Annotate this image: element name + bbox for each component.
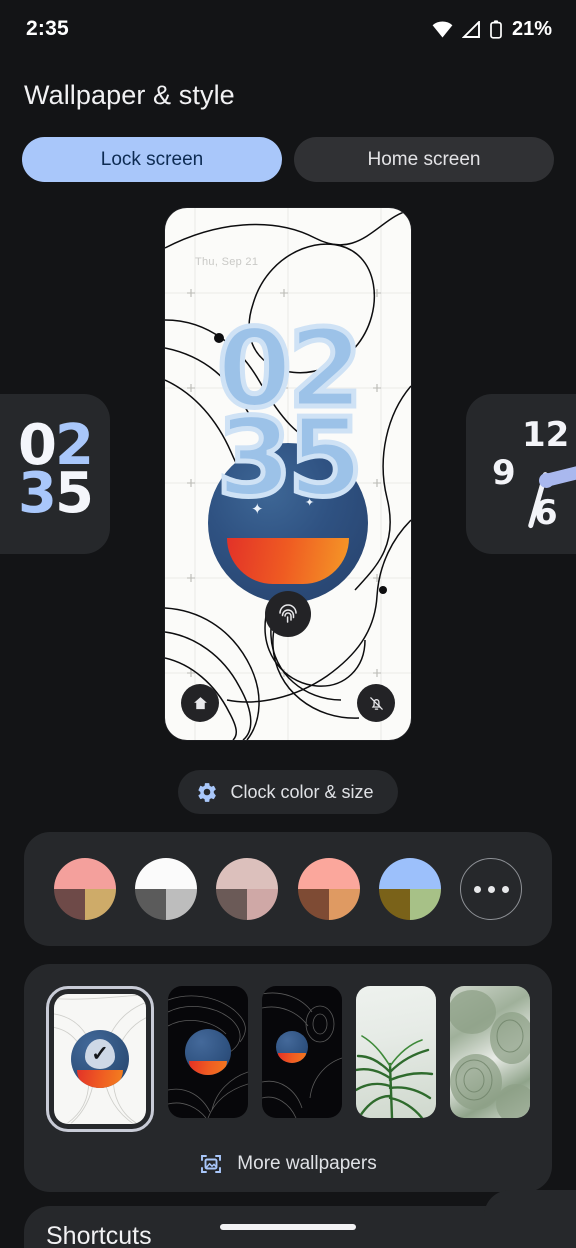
screen-tabs: Lock screen Home screen [0, 111, 576, 182]
status-bar: 2:35 21% [0, 0, 576, 58]
color-swatch-row [24, 858, 552, 920]
more-wallpapers-label: More wallpapers [237, 1153, 377, 1174]
swatch-top [53, 858, 116, 889]
color-swatch-5[interactable] [378, 858, 441, 920]
analog-clock: 12 3 6 9 [488, 414, 576, 532]
ellipsis-dot [473, 885, 481, 893]
cell-signal-icon [461, 20, 480, 38]
check-icon: ✓ [91, 1042, 109, 1066]
swatch-bottom-left [297, 889, 329, 920]
swatch-bottom-right [84, 889, 116, 920]
mute-bell-icon[interactable] [357, 684, 395, 722]
lock-screen-preview[interactable]: Thu, Sep 21 ✦ ✦ 02 35 [165, 208, 411, 740]
gear-icon [198, 783, 217, 802]
analog-numeral-9: 9 [492, 453, 516, 493]
thumb-art-circle [185, 1029, 231, 1075]
status-bar-icons: 21% [432, 18, 552, 41]
preview-clock: 02 35 [165, 313, 411, 521]
wallpaper-thumb-dark-1[interactable] [168, 986, 248, 1118]
swatch-bottom-left [134, 889, 166, 920]
battery-icon [490, 19, 502, 39]
ellipsis-dot [501, 885, 509, 893]
tab-lock-screen[interactable]: Lock screen [22, 137, 282, 182]
tab-home-screen[interactable]: Home screen [294, 137, 554, 182]
clock-settings-row: Clock color & size [0, 770, 576, 814]
clock-style-digital-stacked[interactable]: 02 35 [0, 394, 110, 554]
more-wallpapers-button[interactable]: More wallpapers [24, 1152, 552, 1176]
wallpaper-thumbnail-row: ✓ [24, 986, 552, 1132]
more-colors-button[interactable] [460, 858, 523, 920]
clock-style-analog[interactable]: 12 3 6 9 [466, 394, 576, 554]
swatch-bottom-left [53, 889, 85, 920]
battery-percent: 21% [511, 17, 552, 40]
swatch-top [216, 858, 279, 889]
shortcuts-label: Shortcuts [46, 1222, 152, 1248]
swatch-bottom-left [378, 889, 410, 920]
color-swatch-2[interactable] [134, 858, 197, 920]
analog-numeral-12: 12 [522, 415, 570, 455]
swatch-bottom-right [165, 889, 197, 920]
digital-stack-clock: 02 35 [18, 418, 94, 527]
thumb-art-sun [278, 1052, 307, 1063]
swatch-bottom-right [247, 889, 279, 920]
thumb-art-circle [276, 1030, 309, 1063]
stone-photo-art [450, 990, 530, 1118]
preview-clock-minutes: 35 [214, 395, 365, 521]
wallpaper-thumb-stone[interactable] [450, 986, 530, 1118]
swatch-bottom-right [409, 889, 441, 920]
swatch-top [297, 858, 360, 889]
preview-area: 02 35 12 3 6 9 [0, 208, 576, 740]
page-title: Wallpaper & style [24, 80, 235, 110]
clock-center-dot [539, 473, 554, 488]
digital-minutes-row: 35 [18, 461, 94, 527]
wallpaper-thumb-selected[interactable]: ✓ [46, 986, 154, 1132]
gesture-nav-bar[interactable] [220, 1224, 356, 1230]
wallpapers-card: ✓ More wallpapers [24, 964, 552, 1192]
wifi-icon [432, 20, 453, 37]
preview-date: Thu, Sep 21 [195, 256, 259, 268]
shortcuts-side-card[interactable] [484, 1190, 576, 1248]
plant-photo-art [356, 1035, 434, 1118]
clock-color-size-button[interactable]: Clock color & size [178, 770, 398, 814]
home-icon[interactable] [181, 684, 219, 722]
color-swatch-1[interactable] [53, 858, 116, 920]
ellipsis-dot [487, 885, 495, 893]
color-swatch-3[interactable] [216, 858, 279, 920]
wallpaper-thumb-plant[interactable] [356, 986, 436, 1118]
clock-color-size-label: Clock color & size [230, 781, 374, 802]
image-frame-icon [201, 1155, 222, 1173]
swatch-bottom-left [216, 889, 248, 920]
wallpaper-thumb-inner: ✓ [54, 994, 146, 1124]
color-swatches-card [24, 832, 552, 946]
topo-dot-lower [379, 586, 387, 594]
color-swatch-4[interactable] [297, 858, 360, 920]
swatch-top [134, 858, 197, 889]
swatch-top [378, 858, 441, 889]
fingerprint-icon[interactable] [265, 591, 311, 637]
swatch-bottom-right [328, 889, 360, 920]
wallpaper-thumb-dark-2[interactable] [262, 986, 342, 1118]
status-bar-time: 2:35 [26, 17, 69, 40]
